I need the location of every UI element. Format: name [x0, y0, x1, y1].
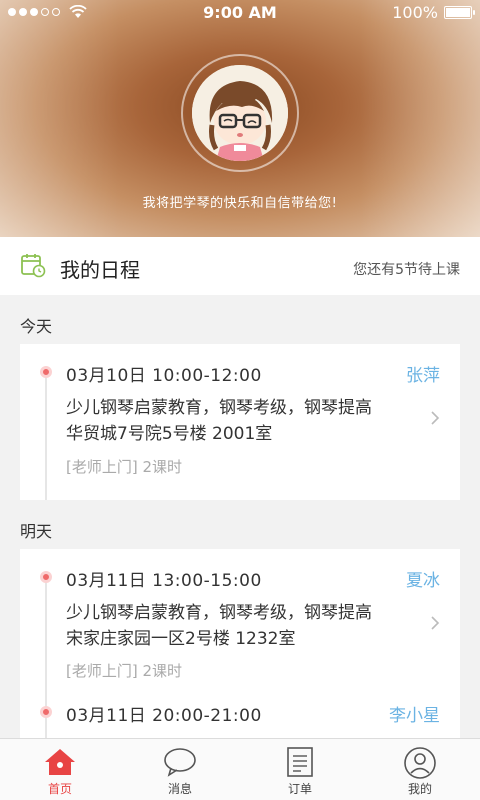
lesson-teacher[interactable]: 张萍: [406, 361, 440, 386]
chevron-right-icon[interactable]: [430, 410, 440, 426]
chevron-right-icon[interactable]: [430, 615, 440, 631]
header-slogan: 我将把学琴的快乐和自信带给您!: [142, 196, 338, 211]
avatar[interactable]: [181, 54, 299, 172]
lesson-course: 少儿钢琴启蒙教育，钢琴考级，钢琴提高: [66, 603, 372, 623]
tab-bar: 首页 消息 订单 我的: [0, 738, 480, 800]
day-label-tomorrow: 明天: [20, 522, 53, 541]
lesson-card[interactable]: 03月11日 13:00-15:00 夏冰 少儿钢琴启蒙教育，钢琴考级，钢琴提高…: [20, 549, 460, 738]
tab-label: 订单: [287, 782, 312, 796]
tab-label: 我的: [407, 782, 432, 796]
calendar-icon: [21, 254, 46, 278]
timeline-dot: [40, 571, 52, 583]
lesson-card[interactable]: 03月10日 10:00-12:00 张萍 少儿钢琴启蒙教育，钢琴考级，钢琴提高…: [20, 344, 460, 500]
home-icon: [45, 749, 75, 775]
battery-percent: 100%: [392, 3, 438, 22]
day-label-today: 今天: [20, 317, 53, 336]
chat-icon: [164, 748, 196, 777]
schedule-title: 我的日程: [60, 258, 140, 282]
lesson-course: 少儿钢琴启蒙教育，钢琴考级，钢琴提高: [66, 398, 372, 418]
lesson-description: 少儿钢琴启蒙教育，钢琴考级，钢琴提高 华贸城7号院5号楼 2001室: [66, 395, 406, 447]
lesson-address: 宋家庄家园一区2号楼 1232室: [66, 629, 296, 649]
timeline-dot: [40, 706, 52, 718]
profile-header: 9:00 AM 100% 我将把学琴的快乐和自信带给您!: [0, 0, 480, 237]
lesson-teacher[interactable]: 李小星: [389, 701, 440, 726]
lesson-tags: [老师上门] 2课时: [66, 662, 183, 680]
timeline-dot: [40, 366, 52, 378]
document-icon: [287, 747, 313, 777]
status-bar: 9:00 AM 100%: [0, 0, 480, 26]
lesson-time: 03月11日 20:00-21:00: [66, 706, 262, 726]
schedule-header: 我的日程 您还有5节待上课: [0, 237, 480, 295]
lesson-time: 03月10日 10:00-12:00: [66, 366, 262, 386]
lesson-tags: [老师上门] 2课时: [66, 458, 183, 476]
tab-label: 首页: [47, 782, 72, 796]
tab-label: 消息: [167, 782, 192, 796]
tab-home[interactable]: 首页: [0, 739, 120, 800]
remaining-lessons: 您还有5节待上课: [353, 262, 460, 278]
avatar-image: [192, 65, 288, 161]
lesson-address: 华贸城7号院5号楼 2001室: [66, 424, 273, 444]
tab-orders[interactable]: 订单: [240, 739, 360, 800]
user-icon: [404, 747, 436, 779]
tab-messages[interactable]: 消息: [120, 739, 240, 800]
battery-icon: [444, 6, 475, 19]
lesson-description: 少儿钢琴启蒙教育，钢琴考级，钢琴提高 宋家庄家园一区2号楼 1232室: [66, 600, 406, 652]
lesson-teacher[interactable]: 夏冰: [406, 566, 440, 591]
tab-profile[interactable]: 我的: [360, 739, 480, 800]
lesson-time: 03月11日 13:00-15:00: [66, 571, 262, 591]
timeline-line: [45, 370, 47, 500]
